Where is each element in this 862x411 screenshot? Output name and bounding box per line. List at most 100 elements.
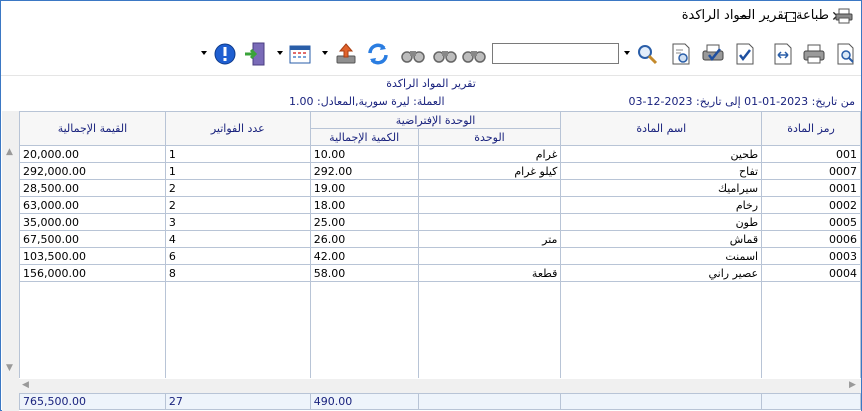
header-code[interactable]: رمز المادة <box>761 111 861 146</box>
scroll-corner <box>2 379 19 411</box>
cell-name: طون <box>560 213 763 231</box>
cell-value: 35,000.00 <box>19 213 166 231</box>
print-check-icon <box>702 44 724 62</box>
print-check-button[interactable] <box>699 40 727 68</box>
empty-cell <box>164 281 311 378</box>
check-doc-icon <box>736 43 754 65</box>
header-total-qty[interactable]: الكمية الإجمالية <box>309 128 419 146</box>
info-button[interactable] <box>211 40 239 68</box>
cell-value: 28,500.00 <box>19 179 166 197</box>
table-row[interactable]: 0001 سيراميك 19.00 2 28,500.00 <box>19 179 861 197</box>
cell-name: اسمنت <box>560 247 763 265</box>
find-next-button[interactable] <box>460 40 488 68</box>
empty-cell <box>560 281 763 378</box>
cell-value: 67,500.00 <box>19 230 166 248</box>
table-row[interactable]: 0002 رخام 18.00 2 63,000.00 <box>19 196 861 214</box>
cell-unit: متر <box>417 230 562 248</box>
refresh-button[interactable] <box>364 40 392 68</box>
cell-name: قماش <box>560 230 763 248</box>
table-row[interactable]: 0006 قماش متر 26.00 4 67,500.00 <box>19 230 861 248</box>
horizontal-scrollbar[interactable]: ◀ ▶ <box>19 379 861 393</box>
cell-name: رخام <box>560 196 763 214</box>
cell-invoices: 2 <box>164 196 311 214</box>
cell-code: 001 <box>761 145 861 163</box>
cell-qty: 292.00 <box>309 162 419 180</box>
total-unit-cell <box>417 393 562 410</box>
header-total-value[interactable]: القيمة الإجمالية <box>19 111 166 146</box>
print-settings-button[interactable] <box>667 40 695 68</box>
cell-code: 0005 <box>761 213 861 231</box>
cell-unit <box>417 213 562 231</box>
print-settings-icon <box>672 43 690 65</box>
print-button[interactable] <box>800 40 828 68</box>
print-preview-button[interactable] <box>832 40 860 68</box>
cell-value: 63,000.00 <box>19 196 166 214</box>
table-row[interactable]: 0003 اسمنت 42.00 6 103,500.00 <box>19 247 861 265</box>
title-bar: ✕ طباعة: تقرير المواد الراكدة <box>1 1 861 32</box>
totals-row: 490.00 27 765,500.00 <box>19 393 861 410</box>
cell-name: سيراميك <box>560 179 763 197</box>
empty-cell <box>761 281 861 378</box>
search-input[interactable] <box>492 43 619 64</box>
scroll-left-icon[interactable]: ◀ <box>22 380 29 390</box>
table-row[interactable]: 0007 تفاح كيلو غرام 292.00 1 292,000.00 <box>19 162 861 180</box>
cell-code: 0003 <box>761 247 861 265</box>
cell-code: 0002 <box>761 196 861 214</box>
cell-qty: 42.00 <box>309 247 419 265</box>
export-button[interactable] <box>332 40 360 68</box>
cell-code: 0007 <box>761 162 861 180</box>
total-qty: 490.00 <box>309 393 419 410</box>
vertical-scrollbar[interactable]: ▲ ▼ <box>2 111 19 379</box>
cell-value: 292,000.00 <box>19 162 166 180</box>
binoculars-icon <box>462 51 486 63</box>
toolbar <box>1 32 861 76</box>
info-dropdown-arrow[interactable] <box>201 51 207 55</box>
binoculars-icon <box>433 51 457 63</box>
search-dropdown-arrow[interactable] <box>624 51 630 55</box>
scroll-down-icon[interactable]: ▼ <box>6 363 13 373</box>
cell-value: 103,500.00 <box>19 247 166 265</box>
cell-unit: غرام <box>417 145 562 163</box>
cell-qty: 58.00 <box>309 264 419 282</box>
report-title: تقرير المواد الراكدة <box>386 77 476 90</box>
report-window: ✕ طباعة: تقرير المواد الراكدة <box>0 0 862 411</box>
table-row[interactable]: 001 طحين غرام 10.00 1 20,000.00 <box>19 145 861 163</box>
calendar-button[interactable] <box>286 40 314 68</box>
check-doc-button[interactable] <box>731 40 759 68</box>
info-icon <box>214 43 236 65</box>
cell-unit <box>417 179 562 197</box>
calendar-dropdown-arrow[interactable] <box>277 51 283 55</box>
cell-unit: قطعة <box>417 264 562 282</box>
currency-info: العملة: ليرة سورية,المعادل: 1.00 <box>289 95 445 108</box>
fit-width-icon <box>774 43 792 65</box>
cell-code: 0006 <box>761 230 861 248</box>
zoom-button[interactable] <box>633 40 661 68</box>
cell-name: عصير راني <box>560 264 763 282</box>
cell-qty: 19.00 <box>309 179 419 197</box>
find-button[interactable] <box>431 40 459 68</box>
cell-invoices: 6 <box>164 247 311 265</box>
cell-invoices: 2 <box>164 179 311 197</box>
header-unit[interactable]: الوحدة <box>417 128 562 146</box>
cell-qty: 10.00 <box>309 145 419 163</box>
fit-width-button[interactable] <box>769 40 797 68</box>
cell-invoices: 3 <box>164 213 311 231</box>
export-icon <box>336 43 356 64</box>
printer-icon <box>835 8 853 24</box>
table-row[interactable]: 0005 طون 25.00 3 35,000.00 <box>19 213 861 231</box>
cell-qty: 25.00 <box>309 213 419 231</box>
exit-button[interactable] <box>241 40 269 68</box>
header-default-unit[interactable]: الوحدة الإفتراضية <box>309 111 562 129</box>
table-row[interactable]: 0004 عصير راني قطعة 58.00 8 156,000.00 <box>19 264 861 282</box>
cell-name: طحين <box>560 145 763 163</box>
find-prev-button[interactable] <box>399 40 427 68</box>
scroll-up-icon[interactable]: ▲ <box>6 147 13 157</box>
cell-value: 156,000.00 <box>19 264 166 282</box>
header-name[interactable]: اسم المادة <box>560 111 763 146</box>
empty-cell <box>19 281 166 378</box>
export-dropdown-arrow[interactable] <box>322 51 328 55</box>
header-invoice-count[interactable]: عدد الفواتير <box>164 111 311 146</box>
cell-invoices: 1 <box>164 145 311 163</box>
zoom-icon <box>638 45 658 65</box>
scroll-right-icon[interactable]: ▶ <box>849 380 856 390</box>
